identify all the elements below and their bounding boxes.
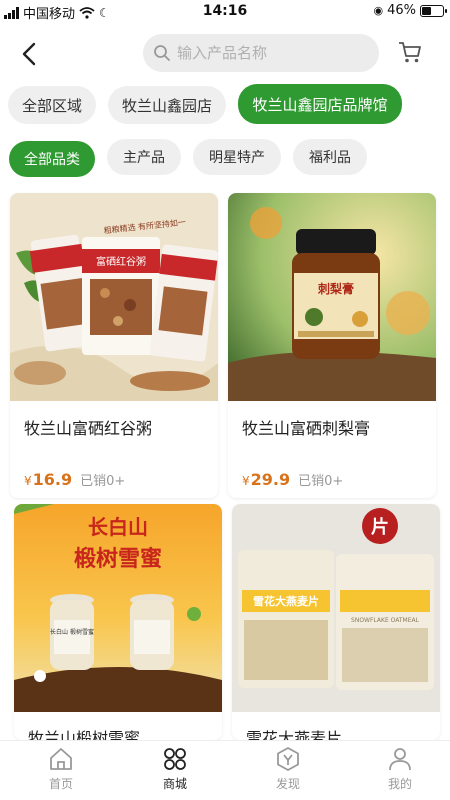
category-chip-star[interactable]: 明星特产 xyxy=(193,139,281,175)
bottom-tab-bar: 首页 商城 发现 我的 xyxy=(0,740,450,800)
status-right: ◉ 46% xyxy=(373,3,447,18)
product-card[interactable]: 片 雪花大燕麦片 SNOWFLAKE OATMEAL 雪花大燕麦片 xyxy=(232,504,440,740)
product-title: 牧兰山椴树雪蜜 xyxy=(28,729,141,740)
sold-count: 已销0+ xyxy=(80,474,126,489)
profile-icon xyxy=(389,748,411,771)
region-chip-store[interactable]: 牧兰山鑫园店 xyxy=(108,86,226,124)
location-lock-icon: ◉ xyxy=(373,4,384,17)
region-chip-brand-hall[interactable]: 牧兰山鑫园店品牌馆 xyxy=(238,84,402,124)
battery-icon xyxy=(420,4,447,17)
category-chip-main[interactable]: 主产品 xyxy=(107,139,181,175)
category-chip-welfare[interactable]: 福利品 xyxy=(293,139,367,175)
tab-profile[interactable]: 我的 xyxy=(355,745,445,799)
product-price: ¥29.9 xyxy=(242,470,290,489)
price-row: ¥16.9 已销0+ xyxy=(24,470,125,489)
mall-page: 中国移动 ☾ 14:16 ◉ 46% 全部区域 牧兰山鑫园店 牧兰山鑫园店品牌馆… xyxy=(0,0,450,800)
oat-bag-label: 雪花大燕麦片 xyxy=(253,594,319,608)
status-bar: 中国移动 ☾ 14:16 ◉ 46% xyxy=(0,0,450,24)
product-card[interactable]: 刺梨膏 牧兰山富硒刺梨膏 ¥29.9 已销0+ xyxy=(228,193,436,498)
search-input[interactable] xyxy=(177,44,367,62)
honey-jar-label: 长白山 椴树雪蜜 xyxy=(50,628,94,636)
back-button[interactable] xyxy=(16,40,44,68)
product-title: 雪花大燕麦片 xyxy=(246,729,343,740)
honey-banner-line2: 椴树雪蜜 xyxy=(74,546,162,572)
product-card[interactable]: 长白山 椴树雪蜜 长白山 椴树雪蜜 牧兰山椴树雪蜜 xyxy=(14,504,222,740)
cart-icon[interactable] xyxy=(396,38,424,66)
tab-label: 首页 xyxy=(48,777,73,791)
product-image-porridge: 富硒红谷粥 粗粮精选 有所坚持如一 xyxy=(10,193,218,401)
top-header xyxy=(0,30,450,76)
tab-discover[interactable]: 发现 xyxy=(243,745,333,799)
tab-label: 我的 xyxy=(387,777,412,791)
product-image-honey: 长白山 椴树雪蜜 长白山 椴树雪蜜 xyxy=(14,504,222,712)
tab-label: 发现 xyxy=(275,777,300,791)
tab-mall[interactable]: 商城 xyxy=(130,745,220,799)
porridge-bag-label: 富硒红谷粥 xyxy=(96,255,146,268)
mall-grid-icon xyxy=(164,748,186,770)
tab-label: 商城 xyxy=(162,777,187,791)
product-title: 牧兰山富硒红谷粥 xyxy=(24,419,153,438)
oat-bag-subtitle: SNOWFLAKE OATMEAL xyxy=(351,617,420,624)
product-image-paste: 刺梨膏 xyxy=(228,193,436,401)
category-chip-all[interactable]: 全部品类 xyxy=(9,141,95,177)
region-chip-all[interactable]: 全部区域 xyxy=(8,86,96,124)
discover-icon xyxy=(277,747,299,771)
price-row: ¥29.9 已销0+ xyxy=(242,470,343,489)
search-bar[interactable] xyxy=(143,34,379,72)
product-price: ¥16.9 xyxy=(24,470,72,489)
sold-count: 已销0+ xyxy=(298,474,344,489)
battery-percent: 46% xyxy=(387,3,416,18)
product-title: 牧兰山富硒刺梨膏 xyxy=(242,419,371,438)
battery-fill xyxy=(422,6,432,15)
tab-home[interactable]: 首页 xyxy=(16,745,106,799)
price-value: 16.9 xyxy=(32,470,73,489)
product-image-oatmeal: 片 雪花大燕麦片 SNOWFLAKE OATMEAL xyxy=(232,504,440,712)
paste-jar-label: 刺梨膏 xyxy=(317,281,354,296)
home-icon xyxy=(50,748,72,770)
currency-symbol: ¥ xyxy=(242,474,250,488)
search-icon xyxy=(154,45,170,61)
honey-banner-line1: 长白山 xyxy=(88,515,148,539)
product-card[interactable]: 富硒红谷粥 粗粮精选 有所坚持如一 牧兰山富硒红谷粥 ¥16.9 已销0+ xyxy=(10,193,218,498)
currency-symbol: ¥ xyxy=(24,474,32,488)
price-value: 29.9 xyxy=(250,470,291,489)
oat-badge-label: 片 xyxy=(371,516,389,538)
